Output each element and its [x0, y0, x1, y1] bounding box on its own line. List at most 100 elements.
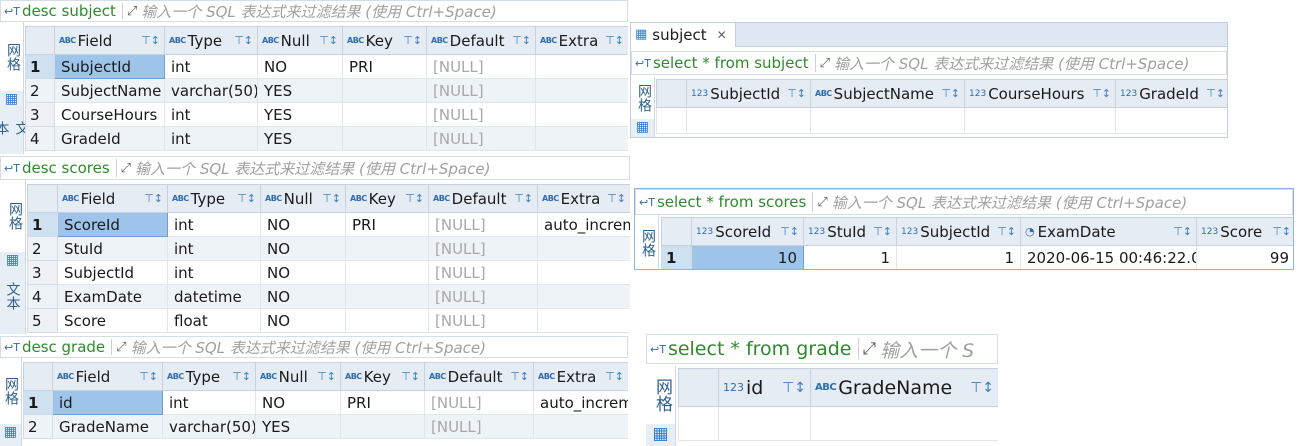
table-row[interactable]: 1 10 1 1 2020-06-15 00:46:22.0 99	[661, 245, 1293, 269]
table-cell[interactable]: NO	[257, 54, 343, 79]
row-number[interactable]: 4	[27, 284, 58, 309]
table-cell[interactable]	[537, 308, 630, 333]
sort-filter-icon[interactable]: ⊤↕	[787, 87, 806, 100]
column-header[interactable]: ABC Null ⊤↕	[255, 362, 341, 391]
table-cell[interactable]	[533, 414, 628, 439]
column-header[interactable]: ABC Null ⊤↕	[257, 26, 343, 55]
row-number[interactable]: 3	[27, 260, 58, 285]
table-cell[interactable]: GradeId	[54, 126, 165, 151]
row-number[interactable]: 4	[25, 126, 55, 151]
table-cell[interactable]	[537, 260, 630, 285]
sort-filter-icon[interactable]: ⊤↕	[144, 192, 163, 205]
table-cell[interactable]: GradeName	[52, 414, 163, 439]
table-cell[interactable]: 10	[691, 245, 804, 269]
column-header[interactable]: 123 GradeId ⊤↕	[1115, 79, 1227, 108]
table-cell[interactable]: int	[167, 260, 261, 285]
column-header[interactable]: 123 CourseHours ⊤↕	[964, 79, 1116, 108]
sort-filter-icon[interactable]: ⊤↕	[234, 34, 253, 47]
expand-icon[interactable]: ⤢	[121, 161, 131, 176]
table-row[interactable]: 5 Score float NO [NULL]	[27, 308, 630, 333]
column-header[interactable]: ABC Type ⊤↕	[167, 184, 261, 213]
table-cell[interactable]: 99	[1196, 245, 1293, 269]
tab-grid[interactable]: 网格	[635, 215, 658, 269]
table-cell[interactable]	[535, 126, 628, 151]
column-header[interactable]: ABC Extra ⊤↕	[533, 362, 628, 391]
column-header[interactable]: 123 ScoreId ⊤↕	[691, 217, 804, 246]
row-number[interactable]: 3	[25, 102, 55, 127]
table-cell[interactable]: [NULL]	[428, 260, 538, 285]
table-cell[interactable]	[535, 54, 628, 79]
column-header[interactable]: ABC Field ⊤↕	[52, 362, 163, 391]
table-cell[interactable]	[345, 284, 429, 309]
table-cell[interactable]: NO	[260, 212, 346, 237]
table-cell[interactable]: SubjectName	[54, 78, 165, 103]
table-cell[interactable]: NO	[260, 236, 346, 261]
table-cell[interactable]: [NULL]	[426, 126, 536, 151]
table-row[interactable]: 2 SubjectName varchar(50) YES [NULL]	[25, 78, 628, 103]
table-cell[interactable]: StuId	[57, 236, 168, 261]
grid-icon[interactable]: ▦	[5, 91, 18, 107]
column-header[interactable]: 123 SubjectId ⊤↕	[686, 79, 811, 108]
sql-query-text[interactable]: desc subject	[20, 2, 122, 20]
sort-filter-icon[interactable]: ⊤↕	[237, 192, 256, 205]
table-cell[interactable]: [NULL]	[428, 308, 538, 333]
table-cell[interactable]: PRI	[345, 212, 429, 237]
table-cell[interactable]: NO	[255, 390, 341, 415]
table-cell[interactable]: SubjectId	[54, 54, 165, 79]
table-cell[interactable]: [NULL]	[428, 212, 538, 237]
expand-icon[interactable]: ⤢	[820, 56, 830, 71]
table-cell[interactable]: 2020-06-15 00:46:22.0	[1020, 245, 1197, 269]
grid-icon[interactable]: ▦	[4, 424, 17, 440]
table-cell[interactable]: int	[162, 390, 256, 415]
table-cell[interactable]: id	[52, 390, 163, 415]
expand-icon[interactable]: ⤢	[116, 340, 126, 355]
table-row[interactable]: 1 SubjectId int NO PRI [NULL]	[25, 54, 628, 79]
expand-icon[interactable]: ⤢	[817, 195, 827, 210]
table-cell[interactable]: int	[167, 236, 261, 261]
row-number[interactable]: 2	[25, 78, 55, 103]
sql-query-text[interactable]: select * from scores	[655, 193, 812, 211]
table-cell[interactable]: SubjectId	[57, 260, 168, 285]
table-cell[interactable]: 1	[803, 245, 897, 269]
table-row[interactable]: 4 GradeId int YES [NULL]	[25, 126, 628, 151]
sort-filter-icon[interactable]: ⊤↕	[139, 370, 158, 383]
column-header[interactable]: ABC Field ⊤↕	[57, 184, 168, 213]
sort-filter-icon[interactable]: ⊤↕	[232, 370, 251, 383]
table-cell[interactable]: NO	[260, 308, 346, 333]
table-cell[interactable]: [NULL]	[424, 414, 534, 439]
sort-filter-icon[interactable]: ⊤↕	[607, 192, 626, 205]
table-cell[interactable]: int	[164, 54, 258, 79]
sql-query-text[interactable]: desc scores	[20, 159, 116, 177]
table-cell[interactable]: NO	[260, 284, 346, 309]
table-cell[interactable]: int	[167, 212, 261, 237]
table-cell[interactable]: YES	[255, 414, 341, 439]
column-header[interactable]: 123 SubjectId ⊤↕	[896, 217, 1021, 246]
table-cell[interactable]: 1	[896, 245, 1021, 269]
sort-filter-icon[interactable]: ⊤↕	[1173, 225, 1192, 238]
tab-text[interactable]: 文本	[3, 276, 23, 316]
tab-grid[interactable]: 网格	[631, 77, 654, 119]
table-cell[interactable]	[535, 102, 628, 127]
sort-filter-icon[interactable]: ⊤↕	[514, 192, 533, 205]
column-header[interactable]: 123 Score ⊤↕	[1196, 217, 1293, 246]
table-row[interactable]: 3 CourseHours int YES [NULL]	[25, 102, 628, 127]
filter-input[interactable]: 输入一个 SQL 表达式来过滤结果 (使用 Ctrl+Space)	[131, 337, 486, 357]
tab-grid[interactable]: 网格	[0, 358, 21, 424]
column-header[interactable]: ABC SubjectName ⊤↕	[810, 79, 965, 108]
column-header[interactable]: ABC Type ⊤↕	[164, 26, 258, 55]
table-cell[interactable]: datetime	[167, 284, 261, 309]
column-header[interactable]: ABC Key ⊤↕	[342, 26, 427, 55]
tab-grid[interactable]: 网格	[646, 366, 675, 424]
table-cell[interactable]: ExamDate	[57, 284, 168, 309]
sort-filter-icon[interactable]: ⊤↕	[141, 34, 160, 47]
table-cell[interactable]: [NULL]	[428, 236, 538, 261]
table-cell[interactable]	[535, 78, 628, 103]
table-cell[interactable]	[340, 414, 425, 439]
column-header[interactable]: ABC Key ⊤↕	[345, 184, 429, 213]
table-cell[interactable]	[342, 102, 427, 127]
column-header[interactable]: 123 id ⊤↕	[718, 368, 811, 407]
table-cell[interactable]: [NULL]	[426, 78, 536, 103]
sql-query-text[interactable]: select * from grade	[666, 338, 858, 360]
column-header[interactable]: ABC Key ⊤↕	[340, 362, 425, 391]
sort-filter-icon[interactable]: ⊤↕	[873, 225, 892, 238]
